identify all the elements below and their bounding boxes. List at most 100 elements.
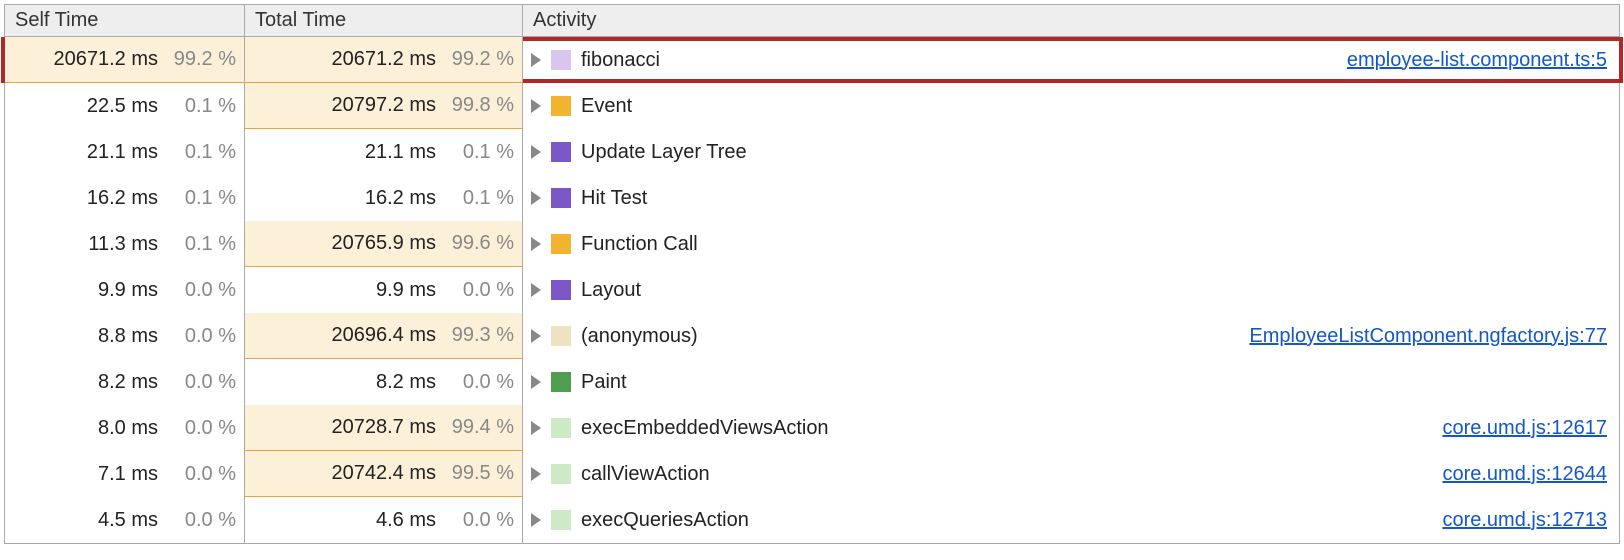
expand-icon[interactable]: [531, 329, 541, 343]
table-row[interactable]: 9.9 ms 0.0 %9.9 ms 0.0 % Layout: [5, 267, 1619, 313]
activity-swatch-icon: [551, 50, 571, 70]
total-time-cell: 8.2 ms 0.0 %: [245, 359, 523, 405]
table-row[interactable]: 8.8 ms0.0 %20696.4 ms99.3 %(anonymous)Em…: [5, 313, 1619, 359]
activity-swatch-icon: [551, 234, 571, 254]
activity-cell: Update Layer Tree: [523, 129, 1619, 175]
total-time-cell: 20797.2 ms 99.8 %: [245, 83, 523, 129]
table-row[interactable]: 8.0 ms0.0 %20728.7 ms99.4 %execEmbeddedV…: [5, 405, 1619, 451]
expand-icon[interactable]: [531, 421, 541, 435]
total-time-percent: 0.0 %: [444, 279, 514, 302]
activity-cell: Hit Test: [523, 175, 1619, 221]
self-time-value: 16.2 ms: [48, 187, 158, 210]
activity-name: Update Layer Tree: [581, 141, 747, 164]
activity-cell: callViewActioncore.umd.js:12644: [523, 451, 1619, 497]
activity-cell: Event: [523, 83, 1619, 129]
self-time-cell: 20671.2 ms99.2 %: [5, 37, 245, 83]
self-time-percent: 0.0 %: [166, 371, 236, 394]
total-time-value: 20728.7 ms: [326, 416, 436, 439]
activity-cell: execQueriesAction core.umd.js:12713: [523, 497, 1619, 543]
activity-cell: Paint: [523, 359, 1619, 405]
activity-name: Event: [581, 95, 632, 118]
activity-name: Hit Test: [581, 187, 647, 210]
activity-name: Paint: [581, 371, 627, 394]
self-time-percent: 0.0 %: [166, 325, 236, 348]
table-row[interactable]: 22.5 ms0.1 %20797.2 ms99.8 %Event: [5, 83, 1619, 129]
total-time-value: 4.6 ms: [326, 509, 436, 532]
activity-name: fibonacci: [581, 49, 660, 72]
expand-icon[interactable]: [531, 467, 541, 481]
table-row[interactable]: 4.5 ms0.0 % 4.6 ms 0.0 % execQueriesAction c…: [5, 497, 1619, 543]
activity-swatch-icon: [551, 326, 571, 346]
total-time-value: 9.9 ms: [326, 279, 436, 302]
col-header-total-time[interactable]: Total Time: [245, 5, 523, 36]
source-link[interactable]: EmployeeListComponent.ngfactory.js:77: [1249, 325, 1607, 348]
total-time-cell: 20671.2 ms99.2 %: [245, 37, 523, 83]
expand-icon[interactable]: [531, 99, 541, 113]
expand-icon[interactable]: [531, 53, 541, 67]
table-row[interactable]: 7.1 ms 0.0 % 20742.4 ms 99.5 % callViewActio…: [5, 451, 1619, 497]
source-link[interactable]: core.umd.js:12713: [1442, 509, 1607, 532]
expand-icon[interactable]: [531, 513, 541, 527]
self-time-cell: 4.5 ms0.0 %: [5, 497, 245, 543]
total-time-cell: 4.6 ms 0.0 %: [245, 497, 523, 543]
activity-cell: Layout: [523, 267, 1619, 313]
expand-icon[interactable]: [531, 375, 541, 389]
self-time-percent: 0.0 %: [166, 417, 236, 440]
self-time-cell: 8.8 ms0.0 %: [5, 313, 245, 359]
total-time-percent: 99.5 %: [444, 462, 514, 485]
table-row[interactable]: 21.1 ms0.1 %21.1 ms0.1 %Update Layer Tre…: [5, 129, 1619, 175]
self-time-value: 8.2 ms: [48, 371, 158, 394]
self-time-percent: 0.1 %: [166, 141, 236, 164]
source-link[interactable]: employee-list.component.ts:5: [1347, 49, 1607, 72]
activity-swatch-icon: [551, 510, 571, 530]
total-time-percent: 0.0 %: [444, 509, 514, 532]
source-link[interactable]: core.umd.js:12617: [1442, 417, 1607, 440]
activity-cell: execEmbeddedViewsActioncore.umd.js:12617: [523, 405, 1619, 451]
activity-swatch-icon: [551, 280, 571, 300]
self-time-cell: 7.1 ms 0.0 %: [5, 451, 245, 497]
self-time-cell: 8.0 ms 0.0 %: [5, 405, 245, 451]
table-row[interactable]: 16.2 ms0.1 %16.2 ms0.1 %Hit Test: [5, 175, 1619, 221]
expand-icon[interactable]: [531, 237, 541, 251]
table-body: 20671.2 ms99.2 %20671.2 ms99.2 % fibonacc…: [5, 37, 1619, 543]
activity-name: Layout: [581, 279, 641, 302]
self-time-cell: 11.3 ms0.1 %: [5, 221, 245, 267]
activity-cell: (anonymous)EmployeeListComponent.ngfacto…: [523, 313, 1619, 359]
col-header-activity[interactable]: Activity: [523, 5, 1619, 36]
table-row[interactable]: 8.2 ms 0.0 % 8.2 ms 0.0 % Paint: [5, 359, 1619, 405]
total-time-value: 20742.4 ms: [326, 462, 436, 485]
self-time-percent: 99.2 %: [166, 48, 236, 71]
total-time-value: 16.2 ms: [326, 187, 436, 210]
activity-name: execQueriesAction: [581, 509, 749, 532]
total-time-percent: 99.2 %: [444, 48, 514, 71]
total-time-percent: 0.0 %: [444, 371, 514, 394]
activity-cell: Function Call: [523, 221, 1619, 267]
expand-icon[interactable]: [531, 191, 541, 205]
total-time-cell: 9.9 ms 0.0 %: [245, 267, 523, 313]
activity-swatch-icon: [551, 96, 571, 116]
activity-swatch-icon: [551, 464, 571, 484]
total-time-value: 20797.2 ms: [326, 94, 436, 117]
self-time-cell: 8.2 ms 0.0 %: [5, 359, 245, 405]
total-time-value: 8.2 ms: [326, 371, 436, 394]
profiler-table: Self Time Total Time Activity 20671.2 ms…: [4, 4, 1620, 544]
table-row[interactable]: 20671.2 ms99.2 %20671.2 ms99.2 % fibonacc…: [5, 37, 1619, 83]
total-time-percent: 99.8 %: [444, 94, 514, 117]
self-time-value: 11.3 ms: [48, 233, 158, 256]
self-time-value: 8.0 ms: [48, 417, 158, 440]
total-time-percent: 0.1 %: [444, 187, 514, 210]
activity-name: Function Call: [581, 233, 698, 256]
activity-swatch-icon: [551, 188, 571, 208]
table-header: Self Time Total Time Activity: [5, 5, 1619, 37]
col-header-self-time[interactable]: Self Time: [5, 5, 245, 36]
source-link[interactable]: core.umd.js:12644: [1442, 463, 1607, 486]
expand-icon[interactable]: [531, 283, 541, 297]
total-time-cell: 21.1 ms0.1 %: [245, 129, 523, 175]
total-time-cell: 16.2 ms 0.1 %: [245, 175, 523, 221]
self-time-value: 7.1 ms: [48, 463, 158, 486]
table-row[interactable]: 11.3 ms0.1 %20765.9 ms99.6 %Function Cal…: [5, 221, 1619, 267]
total-time-cell: 20696.4 ms99.3 %: [245, 313, 523, 359]
expand-icon[interactable]: [531, 145, 541, 159]
self-time-percent: 0.0 %: [166, 463, 236, 486]
total-time-value: 21.1 ms: [326, 141, 436, 164]
